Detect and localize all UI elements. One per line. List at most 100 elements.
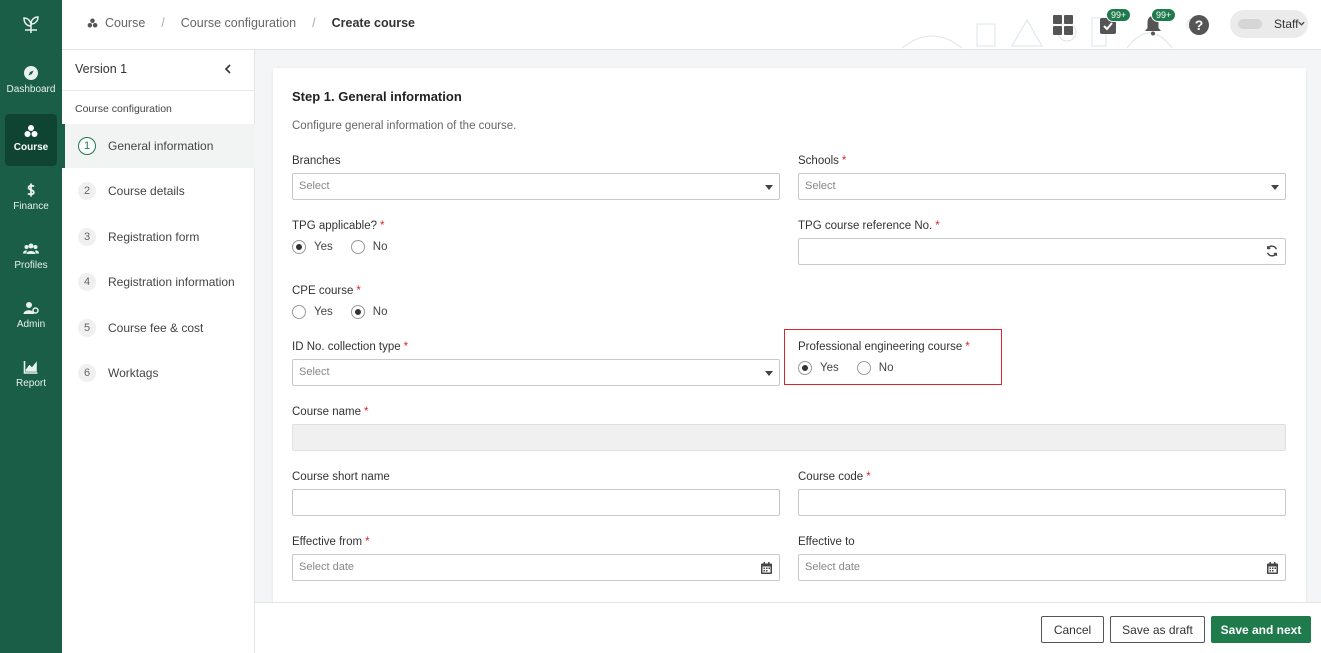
help-icon[interactable]: ?: [1186, 12, 1212, 38]
pro-eng-label: Professional engineering course *: [798, 341, 970, 353]
nav-admin[interactable]: Admin: [5, 291, 57, 343]
footer-actions: Cancel Save as draft Save and next: [255, 602, 1321, 653]
dollar-icon: [27, 183, 35, 197]
pro-eng-radio-group: Yes No: [798, 361, 911, 375]
course-code-label: Course code *: [798, 471, 871, 483]
calendar-icon: [1267, 562, 1278, 574]
nav-admin-label: Admin: [16, 319, 46, 330]
save-and-next-button[interactable]: Save and next: [1211, 616, 1311, 643]
step-number: 1: [78, 137, 96, 155]
nav-report-label: Report: [15, 378, 46, 389]
step-label: Registration information: [108, 275, 235, 289]
page-description: Configure general information of the cou…: [292, 120, 517, 132]
radio-unselected-icon: [350, 240, 365, 254]
step-sidebar: Version 1 Course configuration 1 General…: [62, 50, 255, 653]
highlight-box: [784, 329, 1002, 385]
pro-eng-no-radio[interactable]: No: [856, 361, 893, 375]
effective-from-label: Effective from *: [292, 536, 370, 548]
effective-to-date-picker[interactable]: Select date: [798, 554, 1286, 581]
effective-to-placeholder: Select date: [805, 561, 861, 573]
effective-from-placeholder: Select date: [299, 561, 355, 573]
step-course-details[interactable]: 2 Course details: [62, 169, 255, 213]
nav-course-label: Course: [13, 142, 49, 153]
id-collection-label: ID No. collection type *: [292, 341, 409, 353]
compass-icon: [24, 66, 38, 80]
cpe-yes-radio[interactable]: Yes: [292, 305, 333, 319]
step-worktags[interactable]: 6 Worktags: [62, 351, 255, 395]
step-label: Worktags: [108, 366, 159, 380]
cpe-course-radio-group: Yes No: [292, 305, 405, 319]
chart-icon: [23, 361, 38, 374]
version-label: Version 1: [75, 62, 128, 76]
caret-down-icon: [765, 371, 773, 376]
sync-icon[interactable]: [1265, 244, 1279, 258]
step-registration-information[interactable]: 4 Registration information: [62, 260, 255, 304]
top-header: Course / Course configuration / Create c…: [62, 0, 1321, 50]
step-number: 2: [78, 182, 96, 200]
nav-profiles[interactable]: Profiles: [5, 232, 57, 284]
course-code-input[interactable]: [798, 489, 1286, 516]
nav-finance[interactable]: Finance: [5, 173, 57, 225]
page-title: Step 1. General information: [292, 89, 462, 104]
radio-selected-icon: [798, 361, 812, 375]
app-logo-icon[interactable]: [19, 12, 43, 36]
schools-label: Schools *: [798, 155, 847, 167]
radio-unselected-icon: [292, 305, 306, 319]
tpg-applicable-radio-group: Yes No: [292, 240, 405, 254]
user-role: Staff: [1274, 17, 1299, 31]
pro-eng-yes-radio[interactable]: Yes: [798, 361, 839, 375]
branches-placeholder: Select: [299, 180, 330, 192]
step-registration-form[interactable]: 3 Registration form: [62, 215, 255, 259]
cpe-no-radio[interactable]: No: [350, 305, 387, 319]
schools-select[interactable]: Select: [798, 173, 1286, 200]
breadcrumb-create-course: Create course: [331, 16, 415, 30]
step-general-information[interactable]: 1 General information: [62, 124, 255, 168]
people-icon: [23, 243, 39, 254]
step-number: 6: [78, 364, 96, 382]
step-label: Course details: [108, 184, 185, 198]
cancel-button[interactable]: Cancel: [1041, 616, 1104, 643]
nav-report[interactable]: Report: [5, 350, 57, 402]
effective-from-date-picker[interactable]: Select date: [292, 554, 780, 581]
branches-select[interactable]: Select: [292, 173, 780, 200]
chevron-down-icon: [1298, 21, 1305, 26]
course-name-input: [292, 424, 1286, 451]
nav-profiles-label: Profiles: [14, 260, 48, 271]
nav-dashboard[interactable]: Dashboard: [5, 56, 57, 108]
calendar-icon: [761, 562, 772, 574]
form-card: Step 1. General information Configure ge…: [273, 68, 1306, 602]
step-label: Registration form: [108, 230, 200, 244]
tpg-reference-input[interactable]: [798, 238, 1286, 265]
course-icon: [24, 125, 38, 137]
admin-icon: [23, 302, 39, 314]
step-label: General information: [108, 139, 214, 153]
schools-placeholder: Select: [805, 180, 836, 192]
nav-course[interactable]: Course: [5, 114, 57, 166]
left-nav: Dashboard Course Finance Profiles Admin …: [0, 0, 62, 653]
tpg-no-radio[interactable]: No: [350, 240, 387, 254]
step-number: 5: [78, 319, 96, 337]
step-number: 4: [78, 273, 96, 291]
course-short-name-input[interactable]: [292, 489, 780, 516]
caret-down-icon: [765, 185, 773, 190]
chevron-left-icon[interactable]: [223, 64, 233, 74]
save-as-draft-button[interactable]: Save as draft: [1110, 616, 1205, 643]
step-course-fee-cost[interactable]: 5 Course fee & cost: [62, 306, 255, 350]
id-collection-select[interactable]: Select: [292, 359, 780, 386]
breadcrumb-course[interactable]: Course: [105, 16, 145, 30]
divider: [62, 90, 255, 91]
notifications-badge: 99+: [1151, 8, 1177, 22]
breadcrumb-course-configuration[interactable]: Course configuration: [181, 16, 296, 30]
nav-finance-label: Finance: [13, 201, 49, 212]
tpg-yes-radio[interactable]: Yes: [292, 240, 333, 254]
user-menu[interactable]: Staff: [1230, 10, 1308, 38]
branches-label: Branches: [292, 155, 341, 167]
svg-text:?: ?: [1195, 17, 1204, 33]
course-short-name-label: Course short name: [292, 471, 390, 483]
apps-grid-icon[interactable]: [1050, 12, 1076, 38]
course-icon: [87, 18, 98, 28]
radio-unselected-icon: [856, 361, 871, 375]
step-number: 3: [78, 228, 96, 246]
caret-down-icon: [1271, 185, 1279, 190]
step-label: Course fee & cost: [108, 321, 204, 335]
